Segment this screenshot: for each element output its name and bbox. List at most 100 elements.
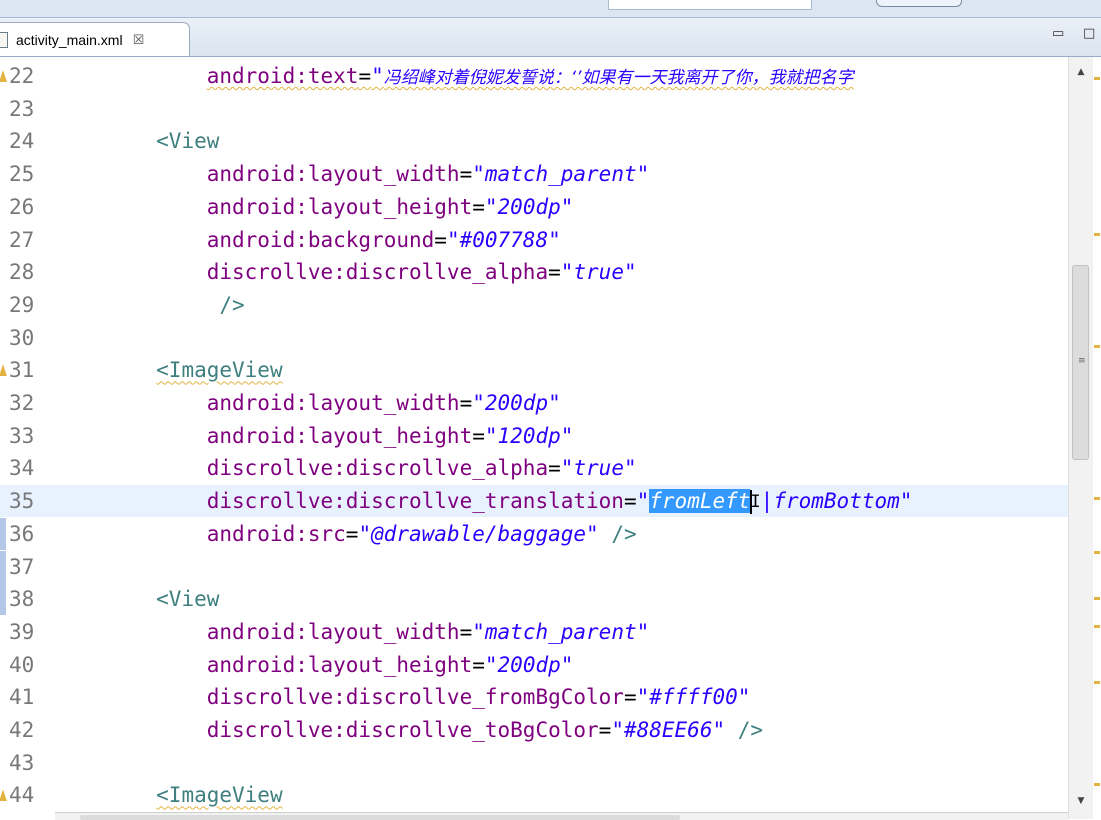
code-token: discrollve:discrollve_toBgColor bbox=[206, 718, 599, 742]
code-line[interactable]: 36 android:src="@drawable/baggage" /> bbox=[0, 517, 1068, 550]
code-line[interactable]: 43 bbox=[0, 747, 1068, 779]
overview-warning-marker[interactable] bbox=[1094, 233, 1100, 236]
code-text: discrollve:discrollve_alpha="true" bbox=[55, 452, 637, 484]
code-token: /> bbox=[611, 521, 637, 546]
code-line[interactable]: 37 bbox=[0, 550, 1068, 583]
code-line[interactable]: 23 bbox=[0, 93, 1068, 125]
code-token: /> bbox=[737, 718, 764, 742]
overview-warning-marker[interactable] bbox=[1094, 551, 1100, 554]
overview-warning-marker[interactable] bbox=[1094, 345, 1100, 348]
line-number: 24 bbox=[9, 129, 35, 154]
code-token: fromLeft bbox=[649, 489, 751, 514]
scroll-down-arrow-icon[interactable]: ▼ bbox=[1069, 792, 1093, 810]
code-line[interactable]: 41 discrollve:discrollve_fromBgColor="#f… bbox=[0, 681, 1068, 713]
line-number: 34 bbox=[9, 456, 35, 481]
code-line[interactable]: 34 discrollve:discrollve_alpha="true" bbox=[0, 452, 1068, 484]
overview-ruler bbox=[1093, 57, 1101, 819]
code-line[interactable]: 28 discrollve:discrollve_alpha="true" bbox=[0, 256, 1068, 288]
code-line[interactable]: 27 android:background="#007788" bbox=[0, 224, 1068, 256]
code-token: android:layout_height bbox=[206, 423, 473, 448]
code-line[interactable]: 33 android:layout_height="120dp" bbox=[0, 420, 1068, 452]
overview-warning-marker[interactable] bbox=[1094, 597, 1100, 600]
code-text: android:layout_height="200dp" bbox=[55, 649, 574, 681]
code-editor[interactable]: 22 android:text="冯绍峰对着倪妮发誓说：‘’如果有一天我离开了你… bbox=[0, 57, 1101, 819]
code-token: "true" bbox=[560, 456, 637, 481]
code-line[interactable]: 29 /> bbox=[0, 289, 1068, 321]
code-token: "match_parent" bbox=[472, 619, 650, 644]
code-text: <ImageView bbox=[55, 354, 282, 386]
code-text: android:src="@drawable/baggage" /> bbox=[55, 518, 637, 550]
code-token: <View bbox=[156, 587, 220, 612]
minimize-icon[interactable]: ▭ bbox=[1052, 26, 1064, 41]
code-token: discrollve:discrollve_translation bbox=[206, 489, 624, 514]
code-text: android:background="#007788" bbox=[55, 224, 561, 256]
line-number: 39 bbox=[9, 619, 35, 644]
overview-warning-marker[interactable] bbox=[1094, 783, 1100, 786]
code-token: discrollve:discrollve_alpha bbox=[206, 260, 549, 285]
line-number: 31 bbox=[9, 358, 35, 383]
line-number: 27 bbox=[9, 227, 35, 252]
tab-close-icon[interactable]: ☒ bbox=[133, 32, 145, 48]
code-text: android:layout_height="120dp" bbox=[55, 420, 574, 452]
code-line[interactable]: 30 bbox=[0, 322, 1068, 354]
overview-warning-marker[interactable] bbox=[1094, 625, 1100, 628]
code-token: = bbox=[623, 685, 637, 710]
code-token: = bbox=[548, 456, 561, 481]
code-token: android:text bbox=[206, 64, 359, 88]
code-line[interactable]: 24 <View bbox=[0, 125, 1068, 157]
toolbar-search-field[interactable] bbox=[608, 0, 812, 10]
line-number: 25 bbox=[9, 162, 35, 187]
code-line[interactable]: 22 android:text="冯绍峰对着倪妮发誓说：‘’如果有一天我离开了你… bbox=[0, 60, 1068, 92]
code-text: android:layout_width="match_parent" bbox=[55, 616, 650, 648]
warning-icon[interactable] bbox=[0, 364, 7, 377]
line-number: 42 bbox=[9, 718, 35, 742]
overview-warning-marker[interactable] bbox=[1094, 681, 1100, 684]
horizontal-scroll-thumb[interactable] bbox=[80, 815, 680, 820]
code-token: "#88EE66" bbox=[611, 718, 726, 742]
tab-activity-main-xml[interactable]: activity_main.xml ☒ bbox=[0, 22, 190, 56]
code-token: /> bbox=[219, 292, 245, 317]
warning-icon[interactable] bbox=[0, 789, 7, 802]
warning-icon[interactable] bbox=[0, 70, 7, 82]
code-line[interactable]: 39 android:layout_width="match_parent" bbox=[0, 616, 1068, 648]
code-line[interactable]: 25 android:layout_width="match_parent" bbox=[0, 158, 1068, 190]
vertical-scrollbar[interactable]: ▲ ≡ ▼ bbox=[1068, 57, 1093, 819]
code-line[interactable]: 35 discrollve:discrollve_translation="fr… bbox=[0, 485, 1068, 518]
line-number: 44 bbox=[9, 783, 35, 808]
code-line[interactable]: 42 discrollve:discrollve_toBgColor="#88E… bbox=[0, 714, 1068, 746]
code-token: "true" bbox=[560, 260, 637, 285]
code-text: android:layout_width="match_parent" bbox=[55, 158, 650, 190]
code-token: <ImageView bbox=[156, 783, 283, 808]
code-line[interactable]: 44 <ImageView bbox=[0, 779, 1068, 811]
code-line[interactable]: 26 android:layout_height="200dp" bbox=[0, 191, 1068, 223]
scroll-up-arrow-icon[interactable]: ▲ bbox=[1069, 63, 1093, 81]
code-line[interactable]: 40 android:layout_height="200dp" bbox=[0, 649, 1068, 681]
overview-warning-marker[interactable] bbox=[1094, 497, 1100, 500]
code-token: 冯绍峰对着倪妮发誓说：‘’如果有一天我离开了你，我就把名字 bbox=[383, 68, 854, 88]
scroll-thumb[interactable]: ≡ bbox=[1072, 265, 1089, 460]
maximize-icon[interactable]: □ bbox=[1083, 26, 1095, 41]
line-number: 30 bbox=[9, 325, 35, 350]
line-number: 23 bbox=[9, 96, 35, 121]
quick-diff-marker bbox=[0, 550, 6, 583]
code-line[interactable]: 38 <View bbox=[0, 583, 1068, 616]
code-text: discrollve:discrollve_translation="fromL… bbox=[55, 485, 912, 517]
overview-warning-marker[interactable] bbox=[1094, 77, 1100, 80]
code-line[interactable]: 32 android:layout_width="200dp" bbox=[0, 387, 1068, 419]
toolbar-button[interactable] bbox=[876, 0, 962, 7]
code-line[interactable]: 31 <ImageView bbox=[0, 354, 1068, 386]
